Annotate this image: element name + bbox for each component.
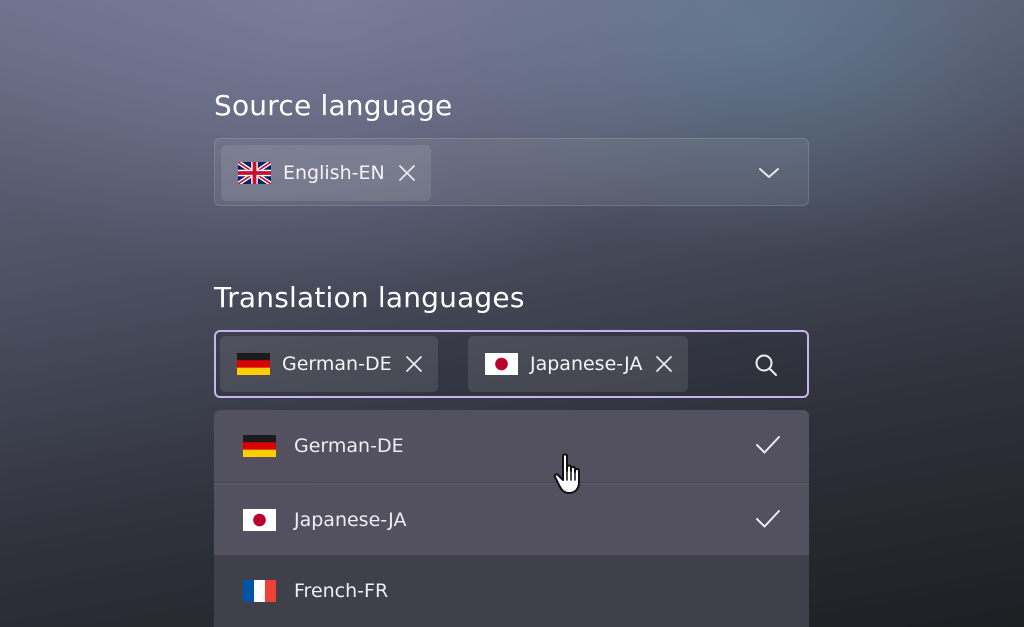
source-chip-label: English-EN [283,162,385,184]
uk-flag-icon [238,162,271,184]
language-dropdown-list: German-DE Japanese-JA French-FR [214,410,809,627]
source-chip-english: English-EN [221,145,431,201]
option-japanese[interactable]: Japanese-JA [214,483,809,555]
translation-chip-label: Japanese-JA [530,353,643,375]
option-french[interactable]: French-FR [214,555,809,627]
checkmark-icon [755,434,781,456]
germany-flag-icon [243,435,276,457]
option-german[interactable]: German-DE [214,410,809,482]
checkmark-icon [755,508,781,530]
japan-flag-icon [485,353,518,375]
remove-japanese-icon[interactable] [654,354,674,374]
translation-chip-german: German-DE [220,336,438,392]
option-label: Japanese-JA [294,508,407,531]
option-label: German-DE [294,435,404,457]
translation-chip-japanese: Japanese-JA [468,336,689,392]
language-settings-panel: Source language English-EN Translation l… [0,0,1024,627]
translation-languages-select[interactable]: German-DE Japanese-JA [214,330,809,398]
remove-german-icon[interactable] [404,354,424,374]
source-language-title: Source language [214,89,453,122]
source-language-select[interactable]: English-EN [214,138,809,206]
germany-flag-icon [237,353,270,375]
translation-languages-title: Translation languages [214,281,525,314]
hand-pointer-cursor-icon [552,452,588,496]
translation-chip-label: German-DE [282,353,392,375]
remove-english-icon[interactable] [397,163,417,183]
chevron-down-icon[interactable] [758,163,780,183]
option-label: French-FR [294,580,389,602]
japan-flag-icon [243,508,276,531]
france-flag-icon [243,580,276,602]
search-icon[interactable] [753,352,779,378]
